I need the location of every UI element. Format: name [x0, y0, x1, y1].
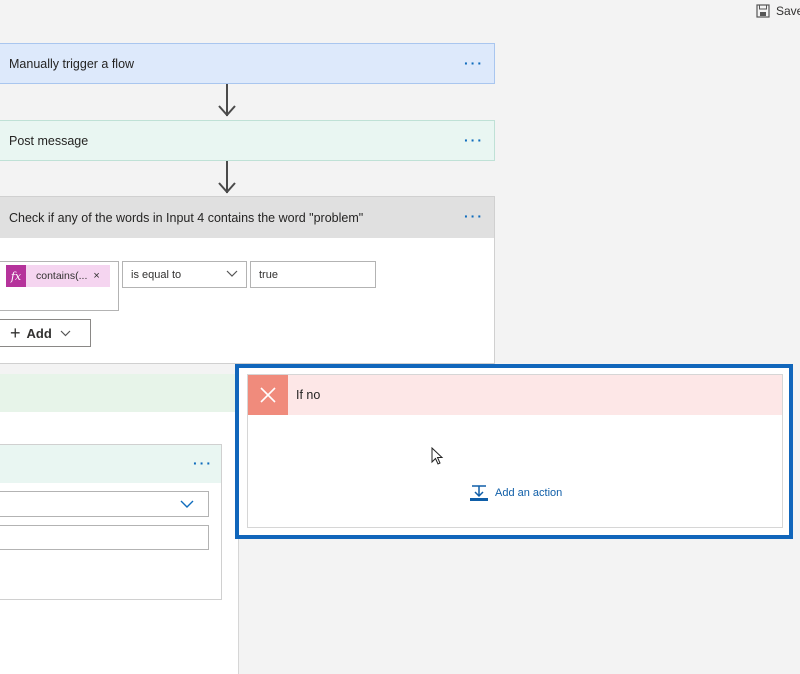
add-an-action-label: Add an action	[495, 487, 563, 499]
trigger-title: Manually trigger a flow	[9, 56, 135, 71]
operator-value: is equal to	[131, 268, 182, 281]
inner-action-more-options-icon[interactable]: ···	[193, 455, 213, 471]
condition-more-options-icon[interactable]: ···	[464, 208, 484, 224]
chevron-down-icon	[60, 330, 71, 336]
trigger-card[interactable]: Manually trigger a flow ···	[0, 43, 495, 84]
chevron-down-icon	[180, 500, 194, 508]
inner-action-input[interactable]	[0, 525, 209, 550]
add-label: Add	[26, 325, 52, 341]
condition-title: Check if any of the words in Input 4 con…	[9, 210, 364, 225]
function-icon: fx	[6, 265, 26, 287]
save-button[interactable]: Save	[756, 4, 800, 18]
if-no-highlight-frame: If no Add an action	[235, 364, 793, 539]
post-more-options-icon[interactable]: ···	[464, 132, 484, 148]
add-action-icon	[470, 485, 488, 501]
operator-dropdown[interactable]: is equal to	[122, 261, 247, 288]
trigger-more-options-icon[interactable]: ···	[464, 55, 484, 71]
post-message-header[interactable]: Post message	[0, 121, 494, 160]
if-yes-branch: ···	[0, 374, 239, 674]
chevron-down-icon	[226, 270, 238, 277]
close-icon	[248, 375, 288, 415]
condition-value-input[interactable]: true	[250, 261, 376, 288]
expression-token-label: contains(...	[36, 270, 88, 282]
condition-left-operand[interactable]: fx contains(... ×	[0, 261, 119, 311]
if-no-card[interactable]: If no Add an action	[247, 374, 783, 528]
trigger-card-header[interactable]: Manually trigger a flow	[0, 44, 494, 83]
inner-action-header[interactable]	[0, 445, 221, 483]
arrow-down-icon	[218, 105, 236, 117]
save-label: Save	[776, 4, 800, 18]
condition-card: Check if any of the words in Input 4 con…	[0, 196, 495, 364]
condition-value: true	[259, 268, 278, 281]
arrow-down-icon	[218, 182, 236, 194]
plus-icon: +	[10, 323, 21, 343]
inner-action-dropdown[interactable]	[0, 491, 209, 517]
add-an-action-button[interactable]: Add an action	[469, 484, 562, 502]
mouse-cursor-icon	[431, 447, 444, 465]
save-icon	[756, 4, 770, 18]
if-no-title: If no	[296, 388, 321, 402]
post-message-title: Post message	[9, 133, 89, 148]
expression-token[interactable]: fx contains(... ×	[6, 265, 110, 287]
remove-token-icon[interactable]: ×	[93, 270, 99, 282]
if-no-header[interactable]: If no	[248, 375, 782, 415]
post-message-card[interactable]: Post message ···	[0, 120, 495, 161]
add-condition-button[interactable]: + Add	[0, 319, 91, 347]
condition-header[interactable]: Check if any of the words in Input 4 con…	[0, 197, 494, 238]
inner-action-card[interactable]: ···	[0, 444, 222, 600]
if-yes-header[interactable]	[0, 374, 238, 412]
